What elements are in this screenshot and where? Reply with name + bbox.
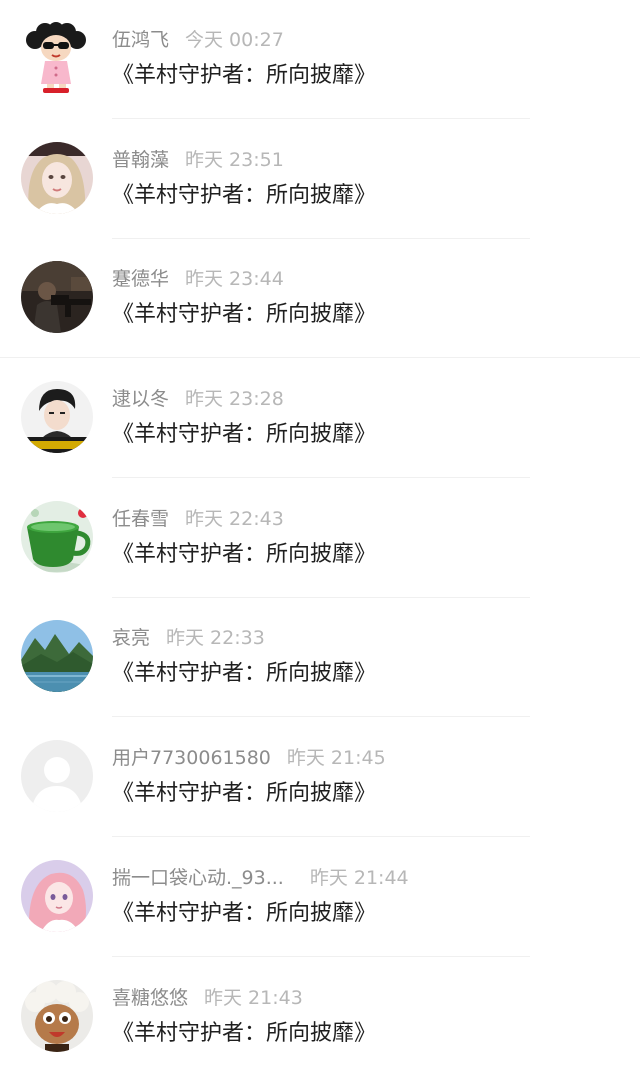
comment-meta: 任春雪 昨天 22:43: [112, 506, 284, 532]
default-user-avatar-icon[interactable]: [21, 740, 93, 812]
comment-item[interactable]: 普翰藻 昨天 23:51 《羊村守护者：所向披靡》: [0, 120, 640, 239]
man-photo-avatar-icon[interactable]: [21, 381, 93, 453]
username[interactable]: 逮以冬: [112, 388, 169, 410]
comment-text: 《羊村守护者：所向披靡》: [112, 302, 377, 327]
divider: [0, 357, 640, 358]
comment-text: 《羊村守护者：所向披靡》: [112, 542, 377, 567]
cartoon-sheep-avatar-icon[interactable]: [21, 980, 93, 1052]
timestamp: 今天 00:27: [185, 29, 284, 51]
username[interactable]: 蹇德华: [112, 268, 169, 290]
comment-meta: 喜糖悠悠 昨天 21:43: [112, 985, 303, 1011]
comment-meta: 伍鸿飞 今天 00:27: [112, 27, 284, 53]
comment-item[interactable]: 蹇德华 昨天 23:44 《羊村守护者：所向披靡》: [0, 239, 640, 358]
comment-item[interactable]: 哀亮 昨天 22:33 《羊村守护者：所向披靡》: [0, 598, 640, 717]
username[interactable]: 用户7730061580: [112, 747, 271, 769]
anime-girl-avatar-icon[interactable]: [21, 860, 93, 932]
divider: [112, 836, 530, 837]
username[interactable]: 揣一口袋心动._93...: [112, 867, 284, 889]
comment-text: 《羊村守护者：所向披靡》: [112, 183, 377, 208]
soldier-photo-avatar-icon[interactable]: [21, 261, 93, 333]
username[interactable]: 哀亮: [112, 627, 150, 649]
username[interactable]: 喜糖悠悠: [112, 987, 188, 1009]
username[interactable]: 任春雪: [112, 508, 169, 530]
timestamp: 昨天 23:28: [185, 388, 284, 410]
timestamp: 昨天 23:44: [185, 268, 284, 290]
cartoon-girl-avatar-icon[interactable]: [21, 22, 93, 94]
comment-meta: 哀亮 昨天 22:33: [112, 625, 265, 651]
timestamp: 昨天 22:33: [166, 627, 265, 649]
divider: [112, 716, 530, 717]
timestamp: 昨天 23:51: [185, 149, 284, 171]
divider: [112, 118, 530, 119]
comment-text: 《羊村守护者：所向披靡》: [112, 63, 377, 88]
comment-meta: 普翰藻 昨天 23:51: [112, 147, 284, 173]
timestamp: 昨天 21:44: [309, 867, 409, 889]
comment-item[interactable]: 喜糖悠悠 昨天 21:43 《羊村守护者：所向披靡》: [0, 958, 640, 1077]
green-cup-avatar-icon[interactable]: [21, 501, 93, 573]
username[interactable]: 普翰藻: [112, 149, 169, 171]
comment-list: 伍鸿飞 今天 00:27 《羊村守护者：所向披靡》 普翰藻 昨天 23:51 《羊村…: [0, 0, 640, 1088]
comment-meta: 蹇德华 昨天 23:44: [112, 266, 284, 292]
photo-girl-avatar-icon[interactable]: [21, 142, 93, 214]
comment-text: 《羊村守护者：所向披靡》: [112, 661, 377, 686]
username[interactable]: 伍鸿飞: [112, 29, 169, 51]
comment-text: 《羊村守护者：所向披靡》: [112, 901, 377, 926]
comment-item[interactable]: 揣一口袋心动._93... 昨天 21:44 《羊村守护者：所向披靡》: [0, 838, 640, 957]
timestamp: 昨天 22:43: [185, 508, 284, 530]
comment-item[interactable]: 用户7730061580 昨天 21:45 《羊村守护者：所向披靡》: [0, 718, 640, 837]
timestamp: 昨天 21:43: [204, 987, 303, 1009]
comment-item[interactable]: 伍鸿飞 今天 00:27 《羊村守护者：所向披靡》: [0, 0, 640, 119]
comment-meta: 揣一口袋心动._93... 昨天 21:44: [112, 865, 409, 891]
divider: [112, 477, 530, 478]
comment-text: 《羊村守护者：所向披靡》: [112, 781, 377, 806]
comment-text: 《羊村守护者：所向披靡》: [112, 1021, 377, 1046]
comment-meta: 逮以冬 昨天 23:28: [112, 386, 284, 412]
comment-item[interactable]: 逮以冬 昨天 23:28 《羊村守护者：所向披靡》: [0, 359, 640, 478]
divider: [112, 956, 530, 957]
timestamp: 昨天 21:45: [286, 747, 386, 769]
landscape-avatar-icon[interactable]: [21, 620, 93, 692]
comment-text: 《羊村守护者：所向披靡》: [112, 422, 377, 447]
comment-meta: 用户7730061580 昨天 21:45: [112, 745, 386, 771]
comment-item[interactable]: 任春雪 昨天 22:43 《羊村守护者：所向披靡》: [0, 479, 640, 598]
